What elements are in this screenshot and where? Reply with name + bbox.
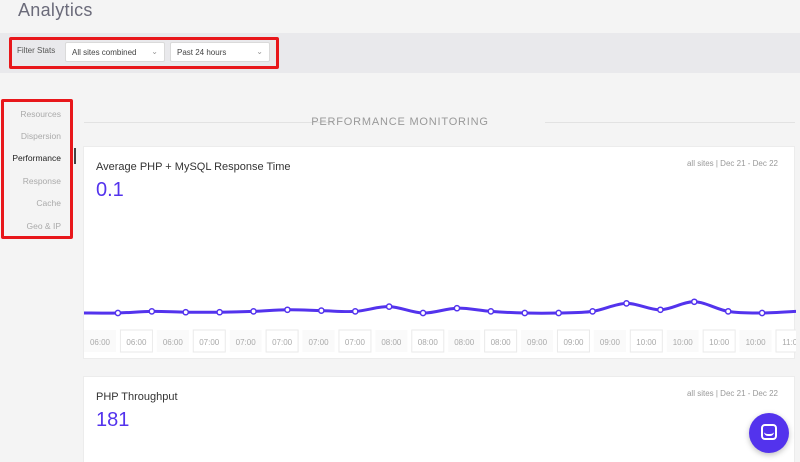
x-tick-label: 09:00 — [527, 338, 548, 347]
data-point[interactable] — [690, 298, 698, 306]
response-time-chart: 06:00 06:00 06:00 07:00 07:00 07:00 07:00 07:00… — [84, 298, 796, 353]
data-point[interactable] — [317, 307, 325, 314]
data-point[interactable] — [555, 309, 563, 317]
section-divider-right — [545, 122, 795, 123]
sidebar-active-indicator — [74, 148, 76, 164]
sidebar-item-cache[interactable]: Cache — [36, 198, 61, 208]
x-tick-label: 06:00 — [163, 338, 184, 347]
response-time-card: Average PHP + MySQL Response Time 0.1 al… — [83, 146, 796, 359]
x-tick-label: 10:00 — [746, 338, 767, 347]
data-point[interactable] — [758, 309, 766, 317]
data-point[interactable] — [657, 306, 664, 314]
chevron-down-icon: ⌄ — [151, 47, 158, 56]
data-point[interactable] — [385, 303, 393, 310]
data-point[interactable] — [521, 309, 529, 317]
period-select[interactable]: Past 24 hours ⌄ — [170, 42, 270, 62]
data-point[interactable] — [453, 304, 461, 312]
x-tick-label: 07:00 — [272, 338, 293, 347]
x-tick-label: 08:00 — [491, 338, 512, 347]
data-point[interactable] — [487, 308, 495, 315]
filter-stats-label: Filter Stats — [17, 46, 56, 55]
x-tick-label: 10:00 — [709, 338, 730, 347]
series-line — [84, 300, 796, 315]
sidebar-item-dispersion[interactable]: Dispersion — [21, 131, 61, 141]
chevron-down-icon: ⌄ — [256, 47, 263, 56]
chat-button[interactable] — [749, 413, 789, 453]
x-tick-label: 11:00 — [782, 338, 796, 347]
sites-select-value: All sites combined — [72, 48, 137, 57]
x-tick-label: 10:00 — [673, 338, 694, 347]
period-select-value: Past 24 hours — [177, 48, 227, 57]
data-point[interactable] — [351, 308, 359, 315]
x-tick-label: 06:00 — [90, 338, 111, 347]
x-tick-label: 06:00 — [126, 338, 147, 347]
throughput-card: PHP Throughput 181 all sites | Dec 21 - … — [83, 376, 795, 462]
x-tick-label: 10:00 — [636, 338, 657, 347]
data-point[interactable] — [724, 308, 732, 315]
card-value: 181 — [96, 409, 130, 431]
x-tick-label: 07:00 — [345, 338, 366, 347]
x-tick-label: 08:00 — [454, 338, 475, 347]
data-point[interactable] — [284, 306, 291, 314]
data-point[interactable] — [216, 308, 223, 316]
sidebar-item-response[interactable]: Response — [23, 176, 61, 186]
card-title: PHP Throughput — [96, 391, 178, 403]
x-tick-label: 09:00 — [563, 338, 584, 347]
data-point[interactable] — [114, 309, 122, 317]
sidebar-item-performance[interactable]: Performance — [12, 153, 61, 163]
data-point[interactable] — [148, 308, 156, 315]
sites-select[interactable]: All sites combined ⌄ — [65, 42, 165, 62]
data-point[interactable] — [623, 300, 630, 307]
x-tick-label: 07:00 — [236, 338, 257, 347]
data-point[interactable] — [250, 308, 257, 315]
x-tick-label: 07:00 — [199, 338, 220, 347]
data-point[interactable] — [182, 308, 190, 316]
x-tick-label: 08:00 — [418, 338, 439, 347]
data-point[interactable] — [589, 308, 596, 315]
card-meta: all sites | Dec 21 - Dec 22 — [686, 389, 778, 398]
x-tick-label: 08:00 — [381, 338, 402, 347]
x-tick-label: 07:00 — [309, 338, 330, 347]
sidebar-item-geo-ip[interactable]: Geo & IP — [27, 221, 62, 231]
data-point[interactable] — [419, 309, 427, 317]
x-tick-label: 09:00 — [600, 338, 621, 347]
page-title: Analytics — [18, 0, 93, 20]
